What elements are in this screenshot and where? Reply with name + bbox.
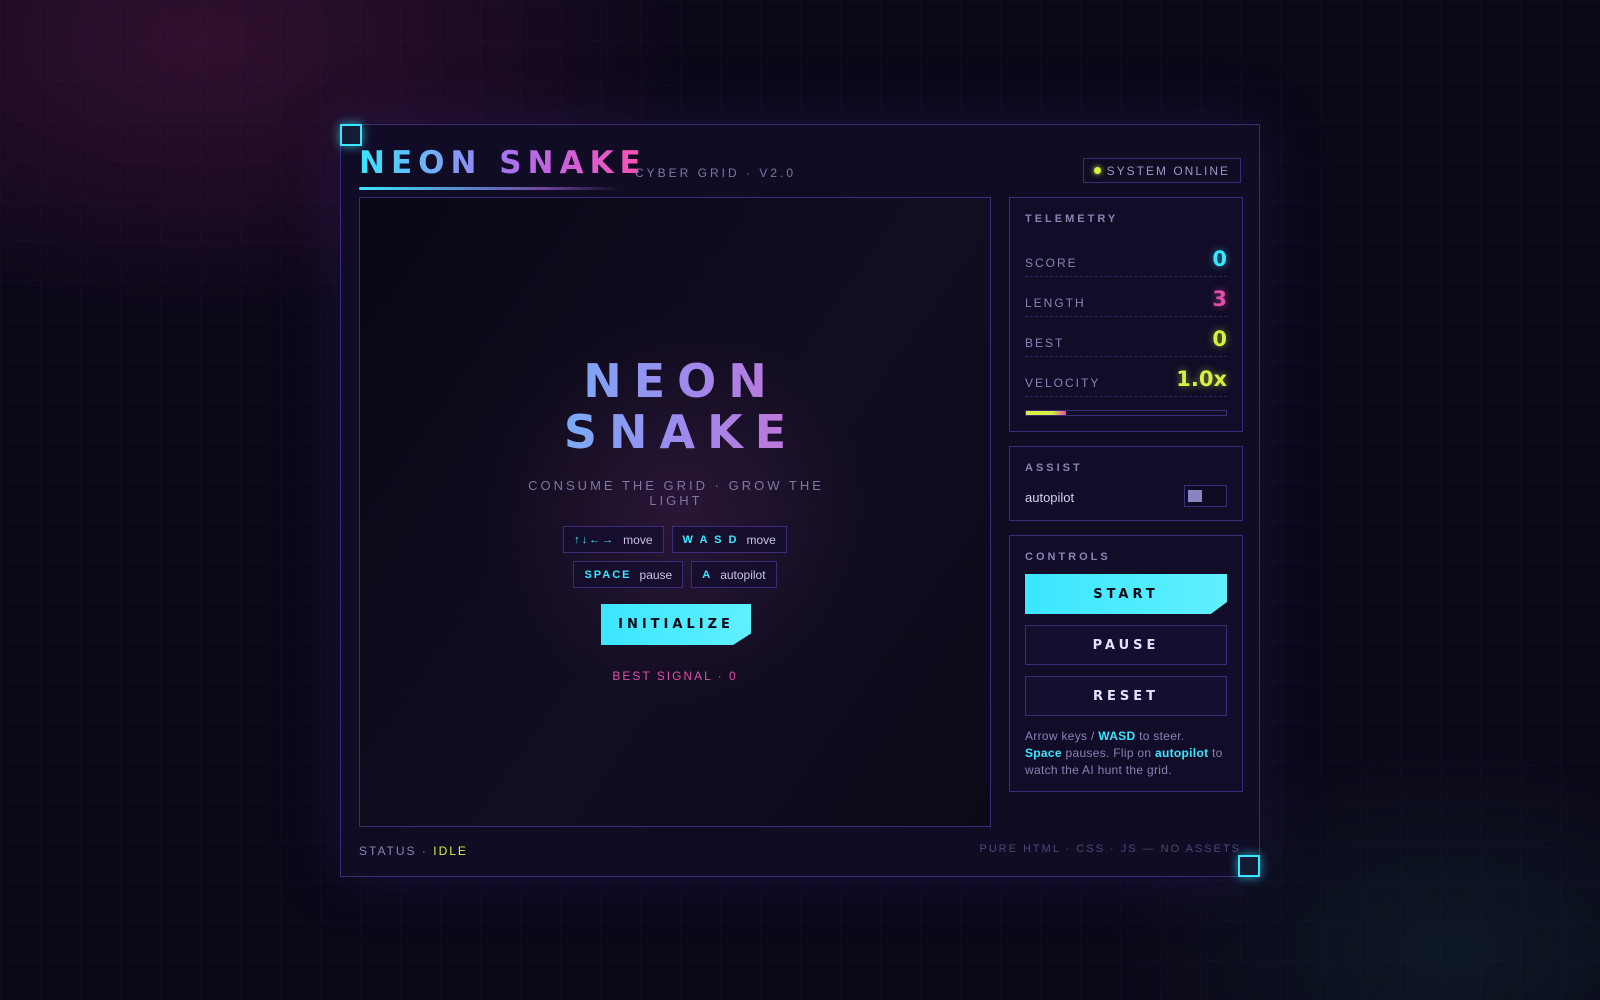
help-key-space: Space: [1025, 746, 1062, 760]
splash-title-line2: SNAKE: [563, 405, 799, 459]
status-prefix: STATUS ·: [359, 844, 434, 858]
velocity-bar: [1025, 410, 1227, 416]
best-signal-text: BEST SIGNAL · 0: [612, 669, 738, 683]
assist-panel: ASSIST autopilot: [1009, 446, 1243, 521]
system-status-label: SYSTEM ONLINE: [1106, 163, 1230, 178]
start-button[interactable]: START: [1025, 574, 1227, 614]
stat-value: 1.0x: [1176, 367, 1227, 391]
footer-note: PURE HTML · CSS · JS — NO ASSETS: [979, 843, 1241, 855]
key-hints-row-2: SPACE pause A autopilot: [360, 561, 990, 588]
title-underline: [359, 187, 621, 190]
help-key-autopilot: autopilot: [1155, 746, 1209, 760]
initialize-button[interactable]: INITIALIZE: [601, 604, 751, 645]
controls-title: CONTROLS: [1025, 551, 1111, 563]
status-dot-icon: [1093, 167, 1101, 174]
stat-value: 3: [1212, 287, 1227, 311]
key-hint-action: move: [746, 532, 776, 547]
stat-label: BEST: [1025, 336, 1065, 350]
controls-help-text: Arrow keys / WASD to steer. Space pauses…: [1025, 728, 1232, 779]
game-window: NEON SNAKE CYBER GRID · V2.0 SYSTEM ONLI…: [340, 124, 1260, 877]
help-key-wasd: WASD: [1098, 729, 1136, 743]
status-value: IDLE: [433, 844, 468, 858]
stat-velocity: VELOCITY 1.0x: [1025, 356, 1227, 397]
key-hint-arrows: ↑↓←→ move: [563, 526, 664, 553]
autopilot-toggle[interactable]: [1184, 485, 1227, 507]
velocity-bar-fill: [1026, 411, 1066, 415]
help-text: Arrow keys /: [1025, 729, 1099, 743]
telemetry-panel: TELEMETRY SCORE 0 LENGTH 3 BEST 0 VELOCI…: [1009, 197, 1243, 432]
app-title: NEON SNAKE: [359, 145, 647, 181]
key-hint-key: SPACE: [584, 568, 632, 581]
stat-best: BEST 0: [1025, 316, 1227, 357]
corner-accent-bottom-right: [1238, 855, 1260, 877]
stat-score: SCORE 0: [1025, 236, 1227, 277]
telemetry-title: TELEMETRY: [1025, 213, 1119, 225]
splash-tagline: CONSUME THE GRID · GROW THE LIGHT: [528, 478, 824, 508]
key-hint-key: A: [702, 568, 713, 581]
stat-value: 0: [1212, 247, 1227, 271]
stat-label: VELOCITY: [1025, 376, 1101, 390]
key-hints-row-1: ↑↓←→ move W A S D move: [360, 526, 990, 553]
controls-panel: CONTROLS START PAUSE RESET Arrow keys / …: [1009, 535, 1243, 792]
key-hint-space: SPACE pause: [573, 561, 684, 588]
splash-title-line1: NEON: [583, 354, 779, 408]
key-hint-action: move: [623, 532, 653, 547]
app-subtitle: CYBER GRID · V2.0: [635, 166, 797, 180]
stat-value: 0: [1212, 327, 1227, 351]
key-hint-action: autopilot: [720, 567, 766, 582]
stat-label: LENGTH: [1025, 296, 1086, 310]
splash-title: NEON SNAKE: [360, 356, 990, 458]
key-hint-action: pause: [639, 567, 673, 582]
key-hint-key: W A S D: [682, 533, 739, 546]
key-hint-wasd: W A S D move: [671, 526, 787, 553]
assist-title: ASSIST: [1025, 462, 1083, 474]
status-line: STATUS · IDLE: [359, 844, 468, 858]
autopilot-label: autopilot: [1025, 490, 1075, 505]
game-board[interactable]: NEON SNAKE CONSUME THE GRID · GROW THE L…: [359, 197, 991, 827]
key-hint-autopilot: A autopilot: [691, 561, 777, 588]
toggle-knob: [1188, 490, 1202, 502]
help-text: to steer.: [1135, 729, 1185, 743]
stat-label: SCORE: [1025, 256, 1078, 270]
pause-button[interactable]: PAUSE: [1025, 625, 1227, 665]
help-text: pauses. Flip on: [1061, 746, 1156, 760]
reset-button[interactable]: RESET: [1025, 676, 1227, 716]
system-status-badge: SYSTEM ONLINE: [1082, 158, 1241, 183]
stat-length: LENGTH 3: [1025, 276, 1227, 317]
key-hint-key: ↑↓←→: [574, 533, 616, 546]
corner-accent-top-left: [340, 124, 362, 146]
